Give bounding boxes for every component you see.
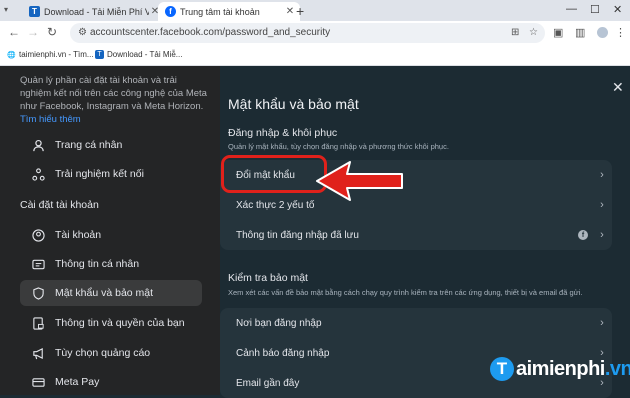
learn-more-link[interactable]: Tìm hiểu thêm — [20, 114, 81, 125]
browser-tab[interactable]: T Download - Tải Miễn Phí VN - Ph ✕ — [22, 2, 165, 21]
highlight-box — [221, 155, 327, 193]
row-label: Nơi bạn đăng nhập — [236, 317, 322, 329]
tab-search-icon[interactable]: ▾ — [4, 5, 14, 15]
sidebar-item-label: Thông tin và quyền của bạn — [55, 317, 185, 329]
connected-experiences-icon — [30, 166, 46, 182]
two-factor-row[interactable]: Xác thực 2 yếu tố › — [220, 190, 612, 220]
browser-tab-bar: ▾ T Download - Tải Miễn Phí VN - Ph ✕ f … — [0, 0, 630, 21]
pointer-arrow-icon — [316, 161, 403, 201]
sidebar-item-label: Meta Pay — [55, 376, 100, 388]
tab-title: Download - Tải Miễn Phí VN - Ph — [44, 6, 149, 17]
site-info-icon[interactable]: ⚙ — [78, 27, 87, 38]
watermark-logo-icon: T — [490, 357, 514, 381]
bookmarks-bar: 🌐 taimienphi.vn - Tìm... T Download - Tả… — [0, 45, 630, 66]
shield-icon — [30, 285, 46, 301]
chevron-right-icon: › — [600, 199, 604, 211]
minimize-icon[interactable]: — — [566, 3, 577, 15]
sidebar-item-meta-pay[interactable]: Meta Pay — [20, 369, 202, 395]
sidebar-item-connected-experiences[interactable]: Trải nghiệm kết nối — [20, 161, 202, 187]
where-logged-in-row[interactable]: Nơi bạn đăng nhập › — [220, 308, 612, 338]
new-tab-button[interactable]: + — [296, 3, 304, 19]
sidebar-item-account[interactable]: Tài khoản — [20, 222, 202, 248]
sidebar-item-ad-preferences[interactable]: Tùy chọn quảng cáo — [20, 340, 202, 366]
window-close-icon[interactable]: ✕ — [613, 3, 622, 16]
sidepanel-icon[interactable]: ▥ — [575, 26, 585, 39]
settings-heading: Cài đặt tài khoản — [20, 199, 99, 211]
chevron-right-icon: › — [600, 317, 604, 329]
login-recovery-title: Đăng nhập & khôi phục — [228, 127, 338, 139]
maximize-icon[interactable]: ☐ — [590, 3, 600, 16]
row-label: Xác thực 2 yếu tố — [236, 199, 315, 211]
taimienphi-favicon-icon: T — [29, 6, 40, 17]
sidebar-item-profile[interactable]: Trang cá nhân — [20, 132, 202, 158]
taimienphi-bookmark-icon: T — [95, 50, 104, 59]
watermark-suffix: .vn — [604, 357, 630, 380]
account-center-sidebar: Quản lý phần cài đặt tài khoản và trải n… — [0, 66, 220, 395]
account-icon — [30, 227, 46, 243]
login-recovery-desc: Quản lý mật khẩu, tùy chọn đăng nhập và … — [228, 142, 449, 151]
browser-menu-icon[interactable]: ⋮ — [615, 26, 626, 39]
bookmark-item[interactable]: 🌐 taimienphi.vn - Tìm... — [7, 50, 94, 59]
saved-login-row[interactable]: Thông tin đăng nhập đã lưu f › — [220, 220, 612, 250]
taimienphi-watermark: T aimienphi.vn — [490, 357, 630, 381]
close-tab-icon[interactable]: ✕ — [284, 6, 296, 17]
id-card-icon — [30, 256, 46, 272]
bookmark-item[interactable]: T Download - Tải Miễ... — [95, 50, 182, 59]
tab-title: Trung tâm tài khoản — [180, 6, 260, 17]
profile-icon — [30, 137, 46, 153]
watermark-name: aimienphi — [516, 357, 605, 380]
facebook-icon: f — [578, 230, 588, 240]
sidebar-item-label: Tùy chọn quảng cáo — [55, 347, 151, 359]
card-icon — [30, 374, 46, 390]
profile-avatar-icon[interactable] — [597, 27, 608, 38]
sidebar-item-personal-info[interactable]: Thông tin cá nhân — [20, 251, 202, 277]
sidebar-item-label: Tài khoản — [55, 229, 102, 241]
sidebar-intro: Quản lý phần cài đặt tài khoản và trải n… — [20, 74, 210, 126]
page-title: Mật khẩu và bảo mật — [228, 96, 359, 112]
sidebar-item-info-permissions[interactable]: Thông tin và quyền của bạn — [20, 310, 202, 336]
document-lock-icon — [30, 315, 46, 331]
password-security-panel: ✕ Mật khẩu và bảo mật Đăng nhập & khôi p… — [220, 66, 630, 398]
address-bar[interactable]: ⚙ accountscenter.facebook.com/password_a… — [70, 23, 545, 43]
forward-icon[interactable]: → — [27, 25, 39, 39]
sidebar-item-label: Trải nghiệm kết nối — [55, 168, 144, 180]
browser-toolbar: ← → ↻ ⚙ accountscenter.facebook.com/pass… — [0, 21, 630, 45]
bookmark-star-icon[interactable]: ☆ — [529, 27, 538, 38]
browser-tab-active[interactable]: f Trung tâm tài khoản ✕ — [158, 2, 300, 21]
sidebar-item-label: Trang cá nhân — [55, 139, 123, 151]
url-text: accountscenter.facebook.com/password_and… — [90, 27, 331, 38]
security-check-desc: Xem xét các vấn đề bảo mật bằng cách chạ… — [228, 288, 583, 297]
bookmark-label: taimienphi.vn - Tìm... — [19, 50, 94, 59]
back-icon[interactable]: ← — [8, 25, 20, 39]
translate-icon[interactable]: ⊞ — [511, 27, 519, 38]
bookmark-label: Download - Tải Miễ... — [107, 50, 183, 59]
sidebar-item-label: Thông tin cá nhân — [55, 258, 140, 270]
watermark-text: aimienphi.vn — [516, 358, 630, 381]
extension-icon[interactable]: ▣ — [553, 26, 563, 39]
sidebar-item-password-security[interactable]: Mật khẩu và bảo mật — [20, 280, 202, 306]
security-check-title: Kiểm tra bảo mật — [228, 272, 308, 284]
globe-icon: 🌐 — [7, 51, 16, 59]
chevron-right-icon: › — [600, 229, 604, 241]
facebook-favicon-icon: f — [165, 6, 176, 17]
chevron-right-icon: › — [600, 169, 604, 181]
intro-text: Quản lý phần cài đặt tài khoản và trải n… — [20, 75, 207, 112]
sidebar-item-label: Mật khẩu và bảo mật — [55, 287, 154, 299]
row-label: Thông tin đăng nhập đã lưu — [236, 229, 359, 241]
megaphone-icon — [30, 345, 46, 361]
security-check-card: Nơi bạn đăng nhập › Cảnh báo đăng nhập ›… — [220, 308, 612, 398]
reload-icon[interactable]: ↻ — [47, 25, 57, 39]
close-icon[interactable]: ✕ — [612, 79, 624, 96]
